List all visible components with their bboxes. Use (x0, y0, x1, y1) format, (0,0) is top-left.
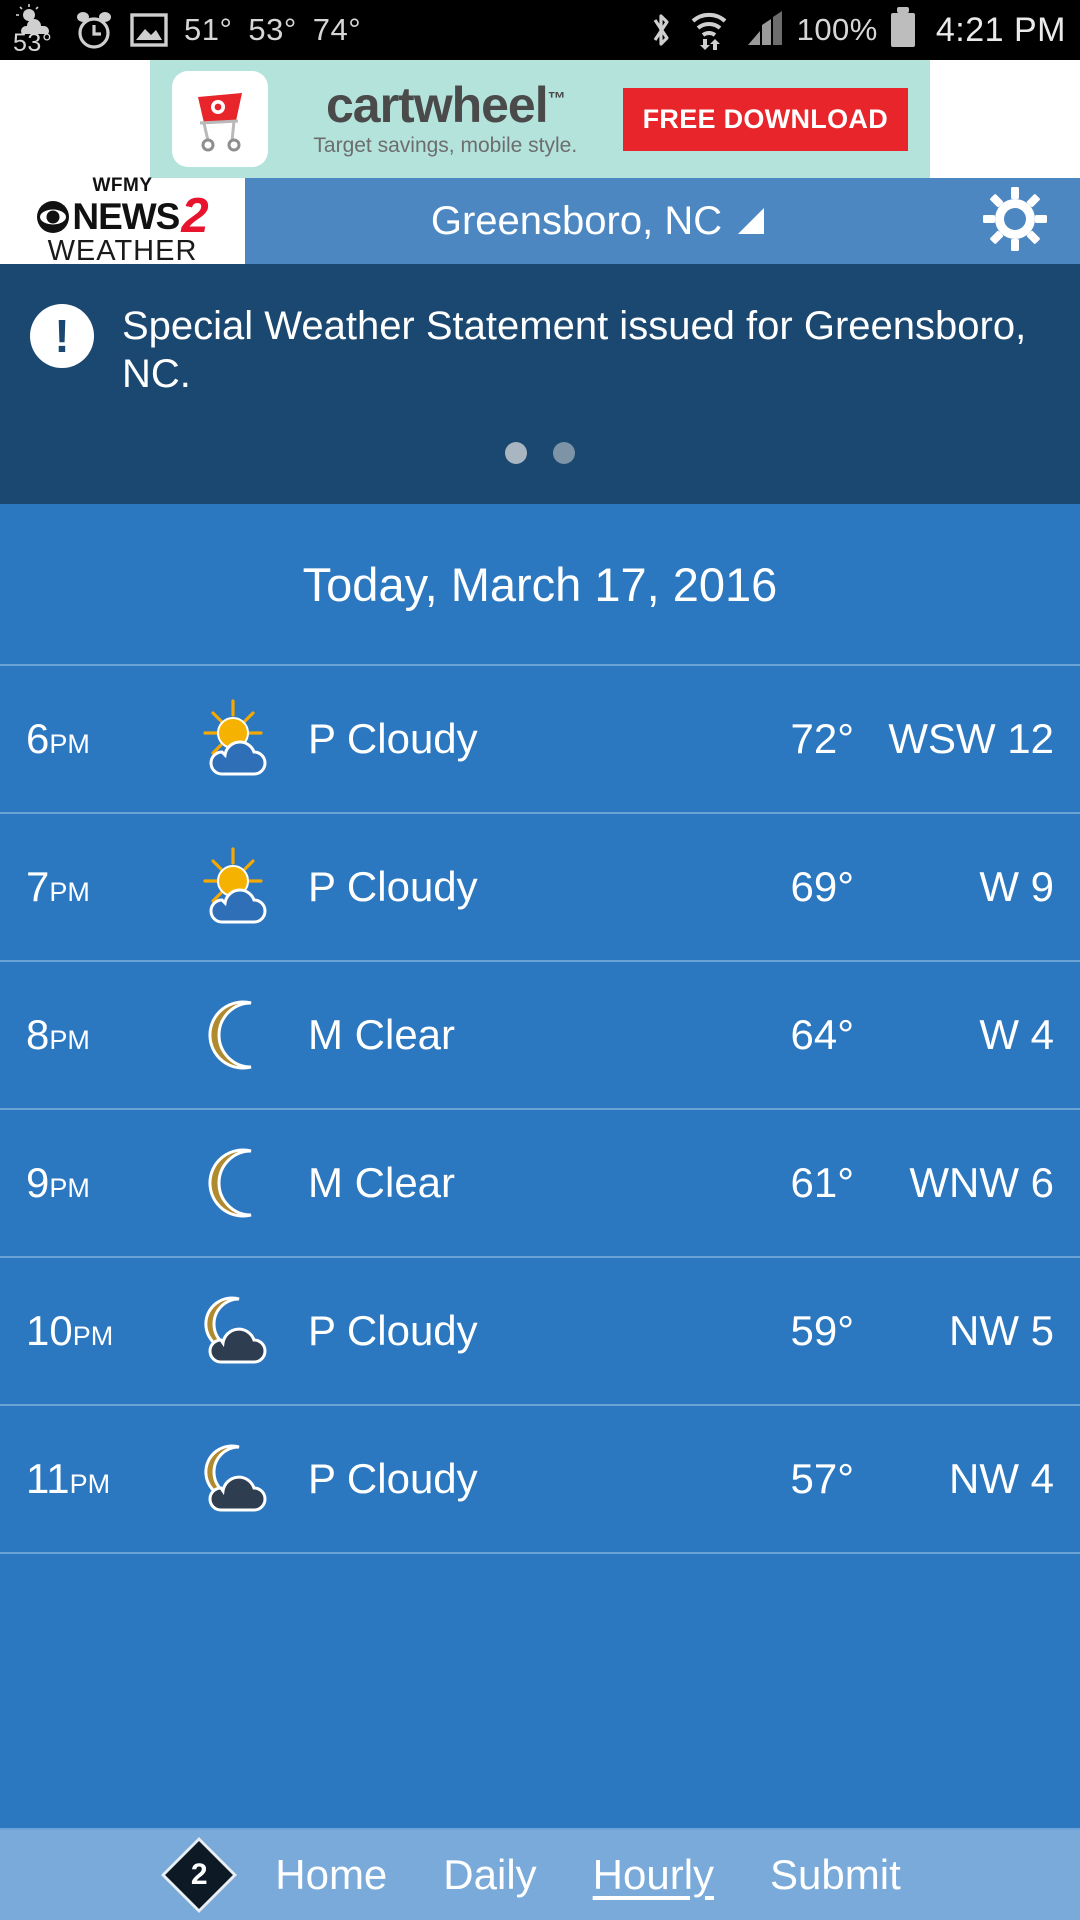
hour-temperature: 61° (790, 1159, 854, 1206)
hour-condition: M Clear (308, 1011, 456, 1058)
weather-partly-cloudy-icon: 53° (13, 4, 58, 57)
nav-item-daily[interactable]: Daily (415, 1851, 564, 1899)
moon-icon (186, 1143, 296, 1223)
ad-title: cartwheel™ (325, 77, 566, 133)
hourly-forecast-list: 6PM P Cloudy 72° WSW 12 7PM P Cloudy 69°… (0, 666, 1080, 1554)
status-temp-0: 51° (184, 12, 233, 47)
status-weather-temp: 53° (13, 29, 53, 57)
hour-condition: P Cloudy (308, 1455, 478, 1502)
hourly-row[interactable]: 9PM M Clear 61° WNW 6 (0, 1110, 1080, 1258)
cartwheel-logo-icon (172, 71, 268, 167)
settings-button[interactable] (950, 178, 1080, 264)
alert-message: Special Weather Statement issued for Gre… (122, 304, 1027, 396)
brand-wfmy-text: WFMY (92, 175, 153, 197)
hour-temperature: 64° (790, 1011, 854, 1058)
hour-wind: W 4 (979, 1011, 1054, 1058)
hour-time: 11PM (26, 1455, 111, 1502)
hour-temperature: 57° (790, 1455, 854, 1502)
wifi-icon (687, 9, 731, 51)
hour-time: 10PM (26, 1307, 114, 1354)
hourly-row[interactable]: 6PM P Cloudy 72° WSW 12 (0, 666, 1080, 814)
app-logo-button[interactable]: 2 (151, 1836, 247, 1914)
hourly-row[interactable]: 7PM P Cloudy 69° W 9 (0, 814, 1080, 962)
cellular-signal-icon (744, 11, 784, 49)
nav-item-submit[interactable]: Submit (742, 1851, 929, 1899)
hourly-row[interactable]: 8PM M Clear 64° W 4 (0, 962, 1080, 1110)
hour-wind: NW 4 (949, 1455, 1054, 1502)
status-bar-right: 100% 4:21 PM (648, 7, 1066, 51)
pager-dot-1[interactable] (505, 442, 527, 464)
hour-wind: W 9 (979, 863, 1054, 910)
battery-icon (890, 7, 915, 47)
gear-icon (983, 186, 1047, 256)
hour-condition: P Cloudy (308, 1307, 478, 1354)
hour-temperature: 72° (790, 715, 854, 762)
status-temp-1: 53° (248, 12, 297, 47)
hourly-row[interactable]: 11PM P Cloudy 57° NW 4 (0, 1406, 1080, 1554)
wfmy-news2-weather-logo[interactable]: WFMY NEWS 2 WEATHER (0, 175, 245, 267)
hour-temperature: 69° (790, 863, 854, 910)
dropdown-triangle-icon (738, 208, 765, 234)
hour-time: 9PM (26, 1159, 90, 1206)
partly-cloudy-day-icon (186, 847, 296, 927)
hour-wind: WSW 12 (888, 715, 1054, 762)
partly-cloudy-night-icon (186, 1291, 296, 1371)
diamond-number: 2 (190, 1858, 208, 1891)
brand-weather-text: WEATHER (47, 234, 198, 267)
hour-wind: WNW 6 (909, 1159, 1054, 1206)
cbs-eye-icon (36, 200, 70, 234)
hour-time: 7PM (26, 863, 90, 910)
hour-time: 8PM (26, 1011, 90, 1058)
nav-item-home[interactable]: Home (247, 1851, 415, 1899)
location-label: Greensboro, NC (430, 198, 723, 243)
nav-item-hourly[interactable]: Hourly (565, 1851, 742, 1899)
hourly-row[interactable]: 10PM P Cloudy 59° NW 5 (0, 1258, 1080, 1406)
brand-number-2: 2 (181, 189, 209, 244)
ad-banner-container[interactable]: cartwheel™ Target savings, mobile style.… (0, 60, 1080, 178)
hour-time: 6PM (26, 715, 90, 762)
pager-dot-2[interactable] (553, 442, 575, 464)
hour-wind: NW 5 (949, 1307, 1054, 1354)
day-header: Today, March 17, 2016 (0, 504, 1080, 666)
ad-download-button[interactable]: FREE DOWNLOAD (622, 87, 908, 151)
ad-text-block: cartwheel™ Target savings, mobile style. (286, 80, 605, 158)
ad-subtitle: Target savings, mobile style. (313, 134, 578, 157)
hour-condition: M Clear (308, 1159, 456, 1206)
diamond-2-icon: 2 (161, 1836, 238, 1914)
bluetooth-icon (648, 10, 674, 50)
hour-condition: P Cloudy (308, 863, 478, 910)
brand-news-text: NEWS (72, 196, 180, 238)
alert-exclamation-icon: ! (30, 304, 94, 368)
location-selector[interactable]: Greensboro, NC (245, 178, 950, 264)
partly-cloudy-night-icon (186, 1439, 296, 1519)
ad-banner[interactable]: cartwheel™ Target savings, mobile style.… (150, 60, 930, 178)
status-bar: 53° 51° 53° 74° 100% 4:21 PM (0, 0, 1080, 60)
app-header: WFMY NEWS 2 WEATHER Greensboro, NC (0, 175, 1080, 267)
hour-condition: P Cloudy (308, 715, 478, 762)
moon-icon (186, 995, 296, 1075)
alert-pager[interactable] (0, 442, 1080, 464)
weather-alert-banner[interactable]: ! Special Weather Statement issued for G… (0, 264, 1080, 504)
hour-temperature: 59° (790, 1307, 854, 1354)
alarm-clock-icon (74, 9, 114, 51)
image-icon (130, 12, 168, 48)
clock-time: 4:21 PM (935, 10, 1066, 49)
battery-percent: 100% (796, 12, 878, 47)
status-temp-2: 74° (312, 12, 362, 47)
status-bar-left: 53° 51° 53° 74° (13, 4, 648, 57)
bottom-navigation-bar: 2 Home Daily Hourly Submit (0, 1828, 1080, 1920)
partly-cloudy-day-icon (186, 699, 296, 779)
